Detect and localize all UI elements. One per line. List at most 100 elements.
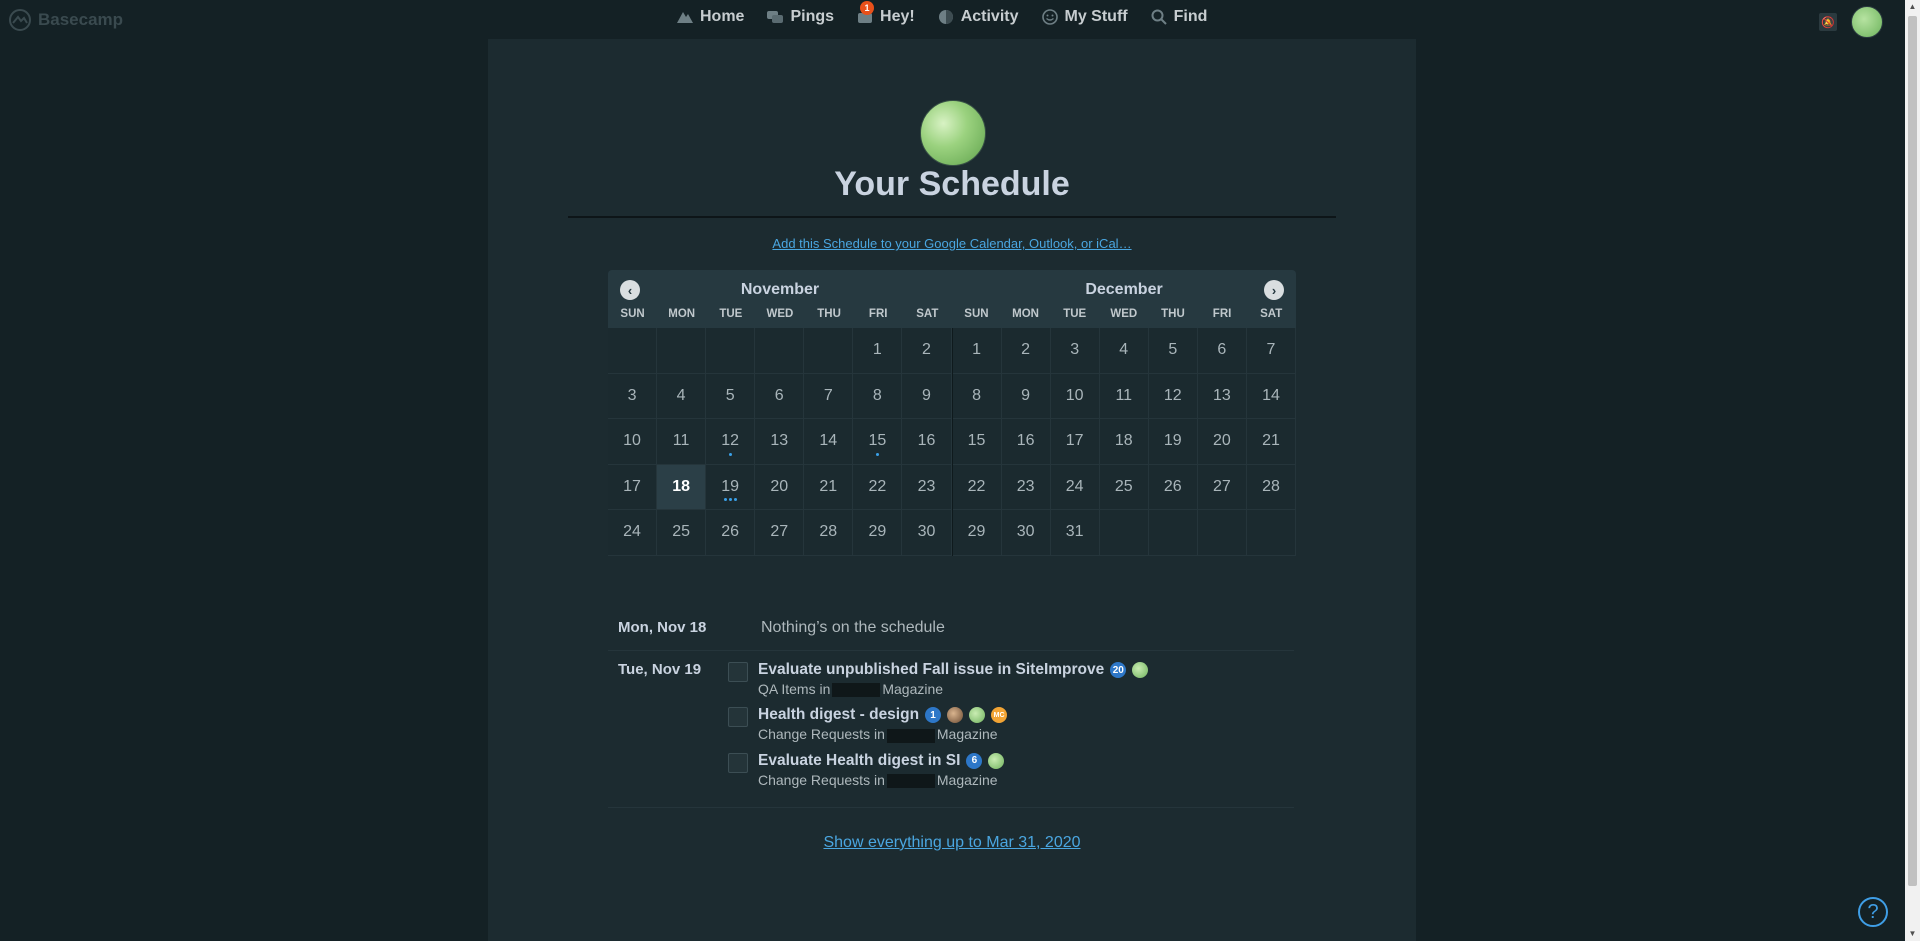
calendar-day[interactable]: 6 [1197,328,1247,374]
calendar-day[interactable]: 3 [1050,328,1100,374]
calendar-day[interactable]: 8 [952,373,1002,419]
comment-count-badge[interactable]: 1 [925,707,942,724]
calendar-day-today[interactable]: 18 [657,464,707,510]
todo-checkbox[interactable] [728,662,748,682]
calendar-day[interactable]: 12 [1148,373,1198,419]
todo-project-name[interactable]: Magazine [937,772,998,788]
calendar-day[interactable]: 30 [1001,510,1051,556]
calendar-day[interactable]: 2 [1001,328,1051,374]
todo-list-name[interactable]: Change Requests in [758,726,885,742]
calendar-day[interactable]: 7 [1246,328,1296,374]
scroll-up-arrow-icon[interactable]: ▲ [1905,0,1920,14]
show-everything-link[interactable]: Show everything up to Mar 31, 2020 [488,834,1416,852]
calendar-day[interactable]: 18 [1099,419,1149,465]
calendar-day[interactable]: 25 [1099,464,1149,510]
nav-activity[interactable]: Activity [937,8,1019,26]
help-button[interactable]: ? [1858,897,1888,927]
calendar-day[interactable]: 23 [1001,464,1051,510]
calendar-day[interactable]: 29 [853,510,903,556]
calendar-day[interactable]: 29 [952,510,1002,556]
assignee-avatar[interactable] [947,707,964,724]
comment-count-badge[interactable]: 6 [966,752,983,769]
calendar-day[interactable]: 28 [1246,464,1296,510]
assignee-avatar[interactable] [988,752,1005,769]
todo-title-text[interactable]: Evaluate Health digest in SI [758,752,960,770]
calendar-day[interactable]: 6 [755,373,805,419]
calendar-day[interactable]: 26 [1148,464,1198,510]
calendar-day[interactable]: 24 [1050,464,1100,510]
todo-checkbox[interactable] [728,752,748,773]
calendar-day[interactable]: 11 [657,419,707,465]
todo-checkbox[interactable] [728,707,748,728]
calendar-day[interactable]: 23 [902,464,952,510]
todo-title[interactable]: Health digest - design 1 MC [758,706,1008,724]
assignee-avatar[interactable]: MC [991,707,1008,724]
calendar-day[interactable]: 16 [902,419,952,465]
calendar-day[interactable]: 22 [853,464,903,510]
calendar-day[interactable]: 27 [1197,464,1247,510]
calendar-day[interactable]: 21 [804,464,854,510]
calendar-day[interactable]: 13 [1197,373,1247,419]
scroll-down-arrow-icon[interactable]: ▼ [1905,927,1920,941]
page-scrollbar[interactable]: ▲ ▼ [1905,0,1920,941]
assignee-avatar[interactable] [1132,662,1149,678]
calendar-day[interactable]: 16 [1001,419,1051,465]
calendar-day[interactable]: 7 [804,373,854,419]
add-to-calendar-link[interactable]: Add this Schedule to your Google Calenda… [488,236,1416,251]
calendar-day[interactable]: 30 [902,510,952,556]
todo-list-name[interactable]: Change Requests in [758,772,885,788]
calendar-day[interactable]: 27 [755,510,805,556]
calendar-day[interactable]: 19 [1148,419,1198,465]
calendar-day[interactable]: 5 [1148,328,1198,374]
calendar-day[interactable]: 13 [755,419,805,465]
calendar-day[interactable]: 24 [608,510,658,556]
calendar-day[interactable]: 20 [1197,419,1247,465]
calendar-day[interactable]: 1 [952,328,1002,374]
calendar-day[interactable]: 22 [952,464,1002,510]
calendar-day[interactable]: 20 [755,464,805,510]
calendar-day[interactable]: 28 [804,510,854,556]
todo-list-name[interactable]: QA Items in [758,681,830,697]
calendar-day[interactable]: 10 [1050,373,1100,419]
calendar-day[interactable]: 5 [706,373,756,419]
next-month-arrow-icon[interactable]: › [1264,280,1284,300]
calendar-day[interactable]: 14 [1246,373,1296,419]
todo-title-text[interactable]: Evaluate unpublished Fall issue in SiteI… [758,661,1104,679]
calendar-day[interactable]: 17 [1050,419,1100,465]
todo-project-name[interactable]: Magazine [882,681,943,697]
calendar-day[interactable]: 11 [1099,373,1149,419]
nav-hey[interactable]: 1 Hey! [856,1,915,26]
nav-pings[interactable]: Pings [766,8,834,26]
calendar-day[interactable]: 17 [608,464,658,510]
calendar-day[interactable]: 25 [657,510,707,556]
nav-my-stuff[interactable]: My Stuff [1041,8,1128,26]
basecamp-logo[interactable]: Basecamp [8,8,123,32]
todo-title-text[interactable]: Health digest - design [758,706,919,724]
assignee-avatar[interactable] [969,707,986,724]
calendar-day[interactable]: 21 [1246,419,1296,465]
comment-count-badge[interactable]: 20 [1110,662,1127,678]
calendar-day[interactable]: 14 [804,419,854,465]
calendar-day[interactable]: 2 [902,328,952,374]
calendar-day[interactable]: 9 [902,373,952,419]
calendar-day[interactable]: 4 [1099,328,1149,374]
calendar-day[interactable]: 15 [952,419,1002,465]
calendar-day[interactable]: 9 [1001,373,1051,419]
calendar-day[interactable]: 10 [608,419,658,465]
calendar-day[interactable]: 31 [1050,510,1100,556]
nav-home[interactable]: Home [676,8,744,26]
calendar-day[interactable]: 1 [853,328,903,374]
todo-project-name[interactable]: Magazine [937,726,998,742]
calendar-day[interactable]: 19 [706,464,756,510]
calendar-day[interactable]: 15 [853,419,903,465]
calendar-day[interactable]: 3 [608,373,658,419]
notifications-off-bell-icon[interactable]: 🔕 [1819,13,1837,31]
todo-title[interactable]: Evaluate unpublished Fall issue in SiteI… [758,661,1149,679]
nav-find[interactable]: Find [1150,8,1207,26]
current-user-avatar[interactable] [1851,6,1883,38]
calendar-day[interactable]: 8 [853,373,903,419]
scrollbar-thumb[interactable] [1908,16,1917,886]
calendar-day[interactable]: 26 [706,510,756,556]
calendar-day[interactable]: 12 [706,419,756,465]
todo-title[interactable]: Evaluate Health digest in SI 6 [758,752,1005,770]
